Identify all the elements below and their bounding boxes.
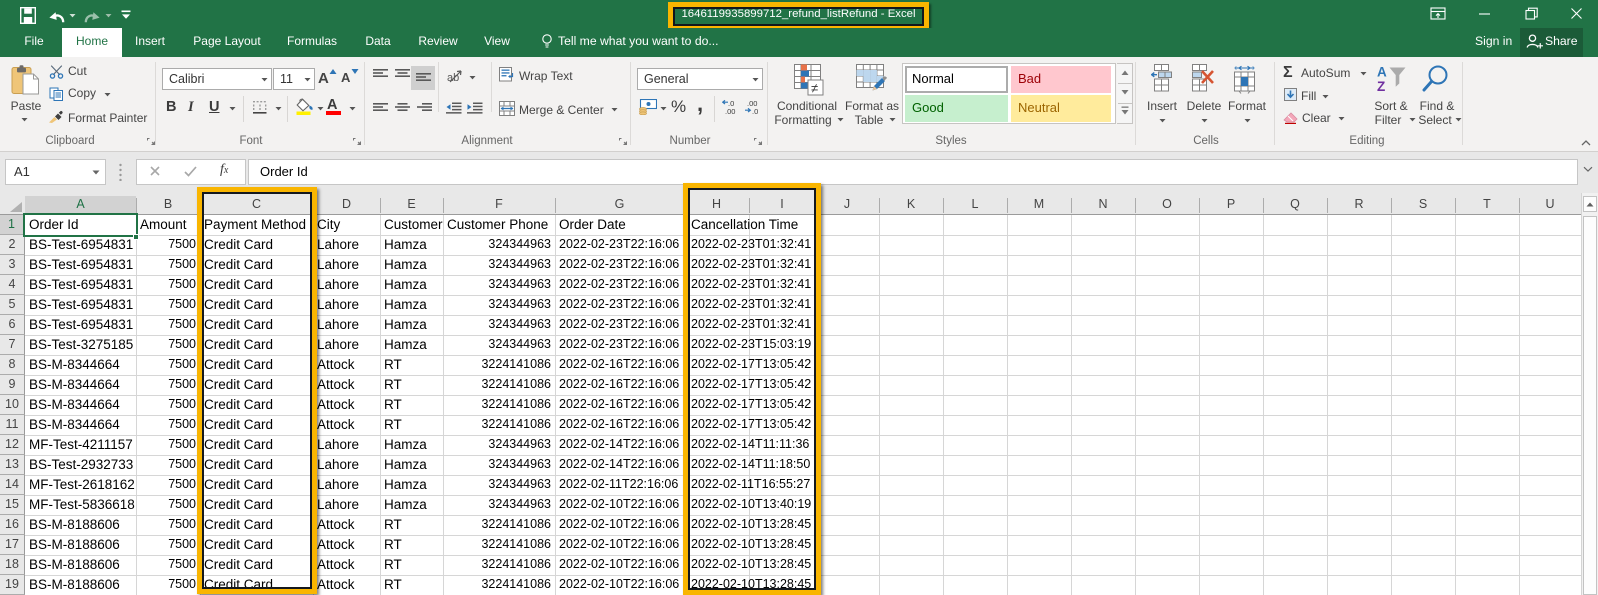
- svg-text:≠: ≠: [811, 81, 818, 96]
- svg-text:Z: Z: [1377, 79, 1385, 94]
- svg-text:.00: .00: [725, 107, 735, 115]
- svg-text:A: A: [1377, 65, 1387, 80]
- svg-text:.0: .0: [752, 107, 758, 115]
